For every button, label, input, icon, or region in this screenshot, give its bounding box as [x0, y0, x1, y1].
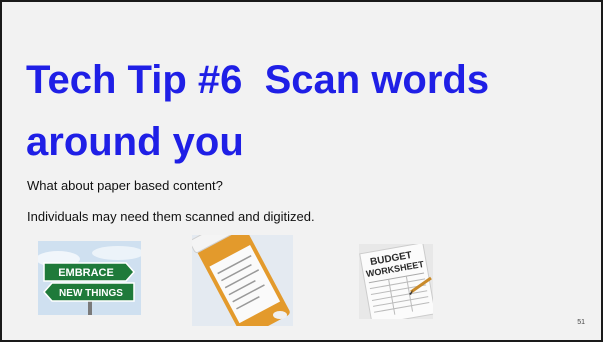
- pill-bottle-graphic: [192, 235, 293, 326]
- sign-top-text: EMBRACE: [58, 267, 114, 279]
- slide-title: Tech Tip #6 Scan words around you: [26, 49, 586, 173]
- slide: Tech Tip #6 Scan words around you What a…: [0, 0, 603, 342]
- body-text-line-2: Individuals may need them scanned and di…: [27, 209, 315, 224]
- sign-graphic: EMBRACE NEW THINGS: [38, 241, 141, 315]
- budget-worksheet-image: BUDGET WORKSHEET: [359, 244, 433, 319]
- pill-bottle-image: [192, 235, 293, 326]
- slide-title-line1: Tech Tip #6 Scan words: [26, 58, 490, 102]
- embrace-new-things-sign-image: EMBRACE NEW THINGS: [38, 241, 141, 315]
- sign-bottom-text: NEW THINGS: [59, 288, 123, 299]
- body-text-line-1: What about paper based content?: [27, 178, 223, 193]
- slide-title-line2: around you: [26, 120, 244, 164]
- slide-number: 51: [577, 319, 585, 326]
- budget-worksheet-graphic: BUDGET WORKSHEET: [359, 244, 433, 319]
